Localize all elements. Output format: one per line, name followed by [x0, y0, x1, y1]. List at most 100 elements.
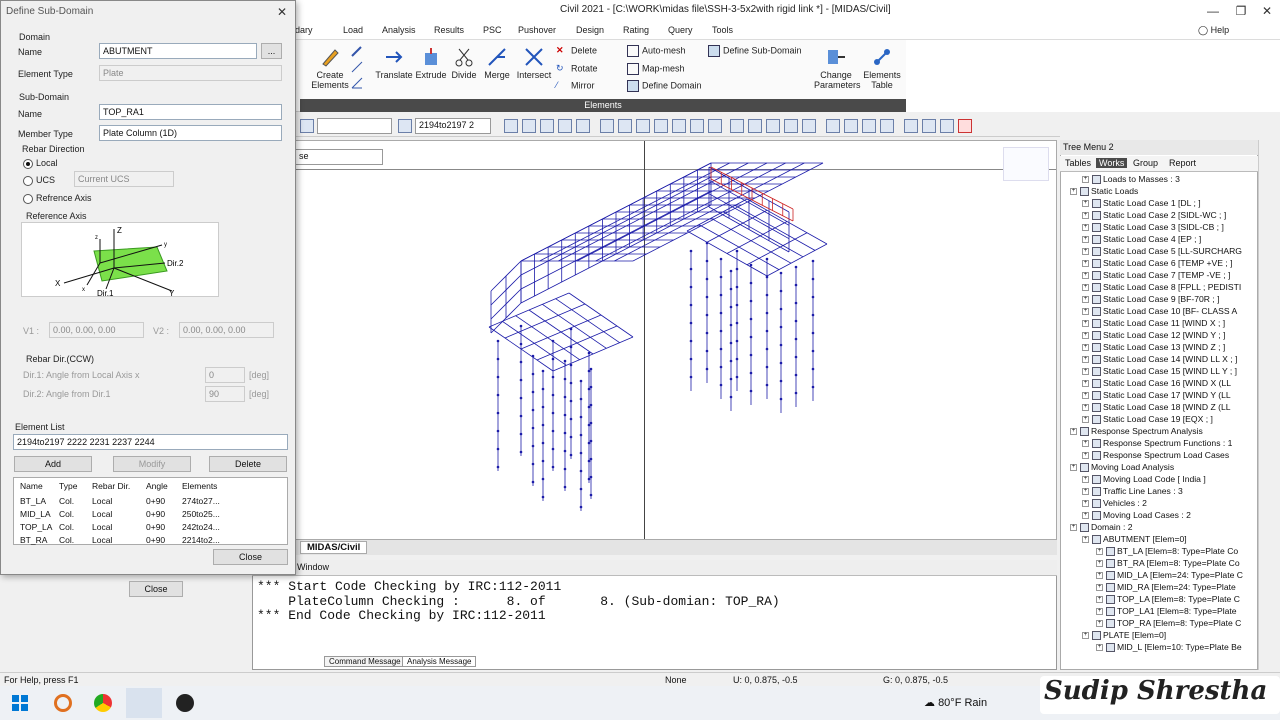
expand-icon[interactable]: + [1082, 308, 1089, 316]
table-cell[interactable]: 250to25... [182, 509, 220, 519]
expand-icon[interactable]: + [1082, 224, 1089, 232]
grid-icon[interactable] [826, 119, 840, 133]
menu-tools[interactable]: Tools [712, 25, 733, 35]
table-cell[interactable]: 0+90 [146, 522, 165, 532]
menu-pushover[interactable]: Pushover [518, 25, 556, 35]
menu-query[interactable]: Query [668, 25, 693, 35]
expand-icon[interactable]: + [1082, 284, 1089, 292]
expand-icon[interactable]: + [1082, 368, 1089, 376]
tree-item[interactable]: + Static Load Case 18 [WIND Z (LL [1064, 401, 1244, 413]
expand-icon[interactable]: + [1082, 632, 1089, 640]
table-cell[interactable]: TOP_LA [20, 522, 52, 532]
expand-icon[interactable]: + [1082, 260, 1089, 268]
elements-table-button[interactable]: Elements Table [862, 46, 902, 90]
tree-item[interactable]: + PLATE [Elem=0] [1064, 629, 1244, 641]
tree-item[interactable]: + MID_LA [Elem=24: Type=Plate C [1064, 569, 1244, 581]
tree-item[interactable]: + Static Load Case 8 [FPLL ; PEDISTI [1064, 281, 1244, 293]
toolbar-combo-1[interactable] [317, 118, 392, 134]
tool-icon-2[interactable] [522, 119, 536, 133]
tree-item[interactable]: + TOP_LA1 [Elem=8: Type=Plate [1064, 605, 1244, 617]
tool-icon-14[interactable] [748, 119, 762, 133]
tree-item[interactable]: + Static Load Case 12 [WIND Y ; ] [1064, 329, 1244, 341]
rotate-button[interactable]: ↻ Rotate [556, 63, 598, 75]
tree-item[interactable]: + Static Load Case 14 [WIND LL X ; ] [1064, 353, 1244, 365]
tool-icon-19[interactable] [940, 119, 954, 133]
expand-icon[interactable]: + [1082, 512, 1089, 520]
tree-item[interactable]: + Static Load Case 4 [EP ; ] [1064, 233, 1244, 245]
table-header[interactable]: Type [59, 481, 77, 491]
select-arrow-icon[interactable] [300, 119, 314, 133]
expand-icon[interactable]: + [1082, 296, 1089, 304]
tree-item[interactable]: + Static Loads [1064, 185, 1244, 197]
translate-button[interactable]: Translate [374, 46, 414, 80]
tree-item[interactable]: + Moving Load Analysis [1064, 461, 1244, 473]
mirror-button[interactable]: ⁄ Mirror [556, 80, 595, 92]
ucs-radio[interactable]: UCS [23, 175, 55, 186]
expand-icon[interactable]: + [1070, 428, 1077, 436]
expand-icon[interactable]: + [1082, 500, 1089, 508]
close-window-button[interactable]: ✕ [1254, 0, 1280, 22]
tree-item[interactable]: + Domain : 2 [1064, 521, 1244, 533]
midas-civil-taskbar-item[interactable] [126, 688, 162, 718]
table-cell[interactable]: Col. [59, 509, 74, 519]
tool-icon-13[interactable] [730, 119, 744, 133]
delete-button[interactable]: Delete [209, 456, 287, 472]
unlock-icon[interactable] [802, 119, 816, 133]
member-type-select[interactable]: Plate Column (1D) [99, 125, 282, 141]
tab-works[interactable]: Works [1096, 158, 1128, 168]
tree-item[interactable]: + Moving Load Code [ India ] [1064, 473, 1244, 485]
expand-icon[interactable]: + [1070, 464, 1077, 472]
analysis-message-tab[interactable]: Analysis Message [402, 656, 477, 667]
change-parameters-button[interactable]: Change Parameters [814, 46, 861, 90]
expand-icon[interactable]: + [1082, 488, 1089, 496]
table-cell[interactable]: Local [92, 535, 112, 545]
tool-icon-10[interactable] [672, 119, 686, 133]
tree-item[interactable]: + BT_RA [Elem=8: Type=Plate Co [1064, 557, 1244, 569]
chrome-icon[interactable] [94, 694, 112, 712]
reference-axis-radio[interactable]: Refrence Axis [23, 193, 92, 204]
create-elements-button[interactable]: Create Elements [310, 46, 350, 90]
add-button[interactable]: Add [14, 456, 92, 472]
table-cell[interactable]: Col. [59, 522, 74, 532]
behind-close-button[interactable]: Close [129, 581, 183, 597]
subdomain-name-input[interactable]: TOP_RA1 [99, 104, 282, 120]
check-icon[interactable] [862, 119, 876, 133]
search-icon[interactable] [54, 694, 72, 712]
local-radio[interactable]: Local [23, 158, 58, 169]
tree-item[interactable]: + Static Load Case 17 [WIND Y (LL [1064, 389, 1244, 401]
expand-icon[interactable]: + [1082, 476, 1089, 484]
expand-icon[interactable]: + [1096, 584, 1103, 592]
domain-browse-button[interactable]: ... [261, 43, 282, 59]
tree-item[interactable]: + Static Load Case 9 [BF-70R ; ] [1064, 293, 1244, 305]
grid-snap-icon[interactable] [844, 119, 858, 133]
menu-load[interactable]: Load [343, 25, 363, 35]
select-filter-icon[interactable] [398, 119, 412, 133]
expand-icon[interactable]: + [1082, 332, 1089, 340]
expand-icon[interactable]: + [1070, 188, 1077, 196]
expand-icon[interactable]: + [1096, 548, 1103, 556]
help-menu[interactable]: ◯ Help [1198, 25, 1229, 36]
table-cell[interactable]: BT_LA [20, 496, 46, 506]
expand-icon[interactable]: + [1096, 560, 1103, 568]
tool-icon-15[interactable] [766, 119, 780, 133]
table-cell[interactable]: 0+90 [146, 496, 165, 506]
table-cell[interactable]: Local [92, 496, 112, 506]
expand-icon[interactable]: + [1096, 596, 1103, 604]
table-cell[interactable]: Local [92, 522, 112, 532]
automesh-button[interactable]: Auto-mesh [627, 45, 686, 57]
tool-icon-17[interactable] [904, 119, 918, 133]
tree-item[interactable]: + Static Load Case 10 [BF- CLASS A [1064, 305, 1244, 317]
table-cell[interactable]: 242to24... [182, 522, 220, 532]
table-cell[interactable]: Col. [59, 496, 74, 506]
tree-item[interactable]: + Response Spectrum Analysis [1064, 425, 1244, 437]
close-dialog-icon[interactable]: ✕ [277, 5, 287, 19]
tree-item[interactable]: + Static Load Case 7 [TEMP -VE ; ] [1064, 269, 1244, 281]
tree-item[interactable]: + Static Load Case 6 [TEMP +VE ; ] [1064, 257, 1244, 269]
expand-icon[interactable]: + [1082, 356, 1089, 364]
minimize-button[interactable]: — [1200, 0, 1226, 22]
weather-widget[interactable]: ☁ 80°F Rain [924, 696, 987, 709]
tree-item[interactable]: + ABUTMENT [Elem=0] [1064, 533, 1244, 545]
tree-item[interactable]: + Static Load Case 2 [SIDL-WC ; ] [1064, 209, 1244, 221]
tool-icon-12[interactable] [708, 119, 722, 133]
expand-icon[interactable]: + [1096, 572, 1103, 580]
